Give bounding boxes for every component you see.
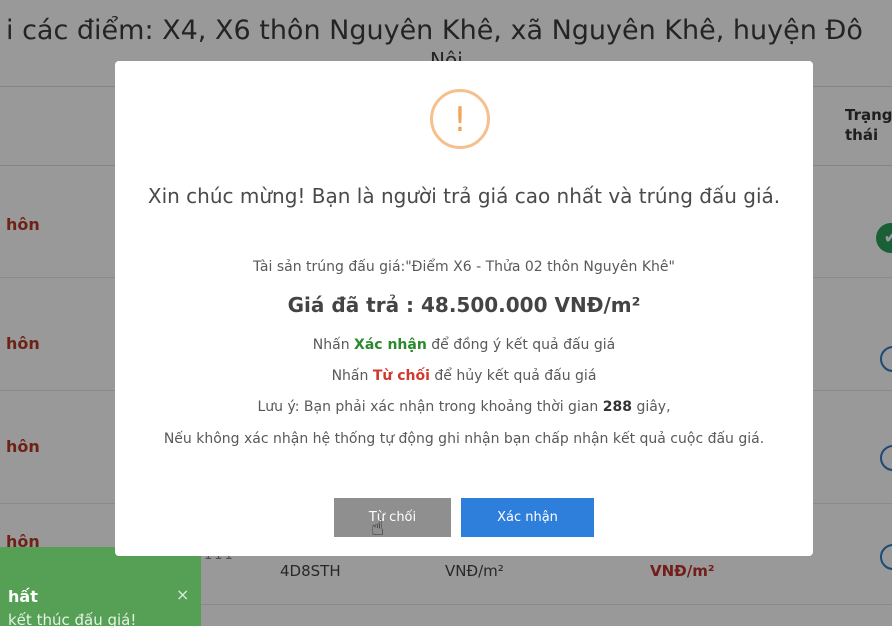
exclamation-icon: ! <box>430 89 490 149</box>
countdown-seconds: 288 <box>602 399 632 415</box>
hand-cursor-icon: ☝ <box>371 516 385 541</box>
confirm-button[interactable]: Xác nhận <box>461 498 594 537</box>
reject-button[interactable]: Từ chối <box>334 498 451 537</box>
reject-instruction: Nhấn Từ chối để hủy kết quả đấu giá <box>331 368 597 384</box>
time-limit-note: Lưu ý: Bạn phải xác nhận trong khoảng th… <box>257 399 671 415</box>
notification-toast: hất × kết thúc đấu giá! <box>0 547 201 629</box>
auction-result-dialog: ! Xin chúc mừng! Bạn là người trả giá ca… <box>115 61 813 556</box>
toast-title: hất <box>8 587 38 606</box>
dialog-heading: Xin chúc mừng! Bạn là người trả giá cao … <box>147 184 781 208</box>
won-asset-text: Tài sản trúng đấu giá:"Điểm X6 - Thửa 02… <box>253 259 675 275</box>
paid-price: Giá đã trả : 48.500.000 VNĐ/m² <box>287 293 641 317</box>
confirm-keyword: Xác nhận <box>354 337 427 353</box>
toast-message: kết thúc đấu giá! <box>8 611 137 629</box>
auto-accept-note: Nếu không xác nhận hệ thống tự động ghi … <box>163 431 765 447</box>
reject-keyword: Từ chối <box>372 368 430 384</box>
close-icon[interactable]: × <box>176 585 189 604</box>
confirm-instruction: Nhấn Xác nhận để đồng ý kết quả đấu giá <box>312 337 616 353</box>
